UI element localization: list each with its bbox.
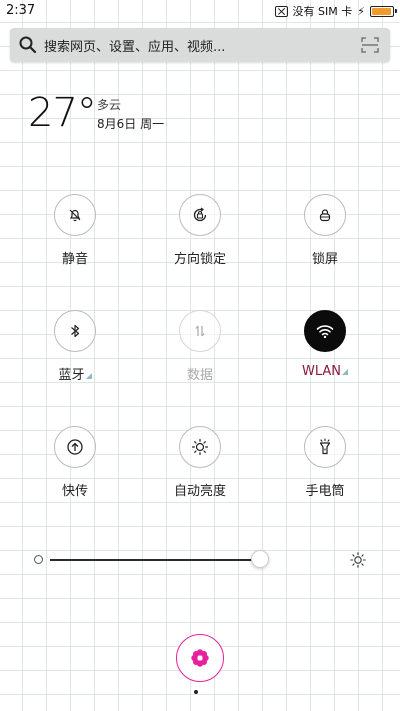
toggle-rotation-lock[interactable]: 方向锁定 <box>145 194 255 267</box>
toggle-data-label: 数据 <box>186 368 213 383</box>
no-sim-icon <box>274 5 288 17</box>
lock-icon <box>319 209 331 222</box>
toggle-quick-transfer[interactable]: 快传 <box>20 426 130 499</box>
status-time: 2:37 <box>6 3 36 18</box>
charging-icon: ⚡ <box>357 4 365 18</box>
toggle-silent-label: 静音 <box>61 252 88 267</box>
search-icon <box>19 36 37 54</box>
brightness-low-icon <box>34 555 43 564</box>
wifi-icon <box>316 325 334 339</box>
toggle-rotation-lock-button[interactable] <box>179 194 221 236</box>
toggle-silent[interactable]: 静音 <box>20 194 130 267</box>
wlan-label-text: WLAN <box>301 364 341 379</box>
toggle-auto-brightness-button[interactable] <box>179 426 221 468</box>
scan-icon[interactable] <box>360 35 380 55</box>
toggle-quick-transfer-button[interactable] <box>54 426 96 468</box>
brightness-slider[interactable] <box>32 548 372 572</box>
toggle-lock-screen-button[interactable] <box>304 194 346 236</box>
toggle-wlan[interactable]: WLAN <box>270 310 380 379</box>
expand-corner-icon <box>342 369 348 375</box>
status-bar: 2:37 没有 SIM 卡 ⚡ <box>0 0 400 24</box>
expand-corner-icon <box>85 373 92 379</box>
battery-icon <box>370 5 397 17</box>
toggle-wlan-label: WLAN <box>302 364 348 379</box>
battery-level <box>372 7 391 15</box>
data-arrows-icon <box>195 325 205 337</box>
toggle-quick-transfer-label: 快传 <box>61 484 88 499</box>
toggle-rotation-lock-label: 方向锁定 <box>173 252 226 267</box>
status-right: 没有 SIM 卡 ⚡ <box>274 3 397 19</box>
bell-off-icon <box>69 209 81 222</box>
auto-brightness-icon <box>191 438 209 456</box>
toggle-lock-screen-label: 锁屏 <box>311 252 338 267</box>
weather-condition: 多云 <box>97 98 122 112</box>
toggle-auto-brightness[interactable]: 自动亮度 <box>145 426 255 499</box>
toggle-flashlight[interactable]: 手电筒 <box>270 426 380 499</box>
brightness-high-icon <box>350 552 366 568</box>
search-input[interactable]: 搜索网页、设置、应用、视频... <box>44 36 360 55</box>
rotation-lock-icon <box>193 207 207 222</box>
bluetooth-icon <box>71 324 80 338</box>
search-bar[interactable]: 搜索网页、设置、应用、视频... <box>10 28 390 62</box>
bluetooth-label-text: 蓝牙 <box>58 368 85 383</box>
toggle-flashlight-button[interactable] <box>304 426 346 468</box>
weather-temperature[interactable]: 27° <box>28 90 97 136</box>
toggle-data: 数据 <box>145 310 255 383</box>
toggle-auto-brightness-label: 自动亮度 <box>173 484 226 499</box>
toggle-wlan-button[interactable] <box>304 310 346 352</box>
toggle-bluetooth-label: 蓝牙 <box>58 364 92 383</box>
flower-gear-icon <box>191 649 209 667</box>
brightness-track[interactable] <box>50 559 260 561</box>
toggle-bluetooth-button[interactable] <box>54 310 96 352</box>
flashlight-icon <box>319 438 331 455</box>
toggle-silent-button[interactable] <box>54 194 96 236</box>
weather-date: 8月6日 周一 <box>97 117 165 131</box>
toggle-bluetooth[interactable]: 蓝牙 <box>20 310 130 383</box>
toggle-flashlight-label: 手电筒 <box>305 484 345 499</box>
toggle-lock-screen[interactable]: 锁屏 <box>270 194 380 267</box>
brightness-thumb[interactable] <box>251 550 269 568</box>
quick-transfer-icon <box>67 439 83 455</box>
settings-flower-button[interactable] <box>176 634 224 682</box>
page-indicator-dot <box>194 690 198 694</box>
toggle-data-button <box>179 310 221 352</box>
carrier-text: 没有 SIM 卡 <box>292 5 353 18</box>
